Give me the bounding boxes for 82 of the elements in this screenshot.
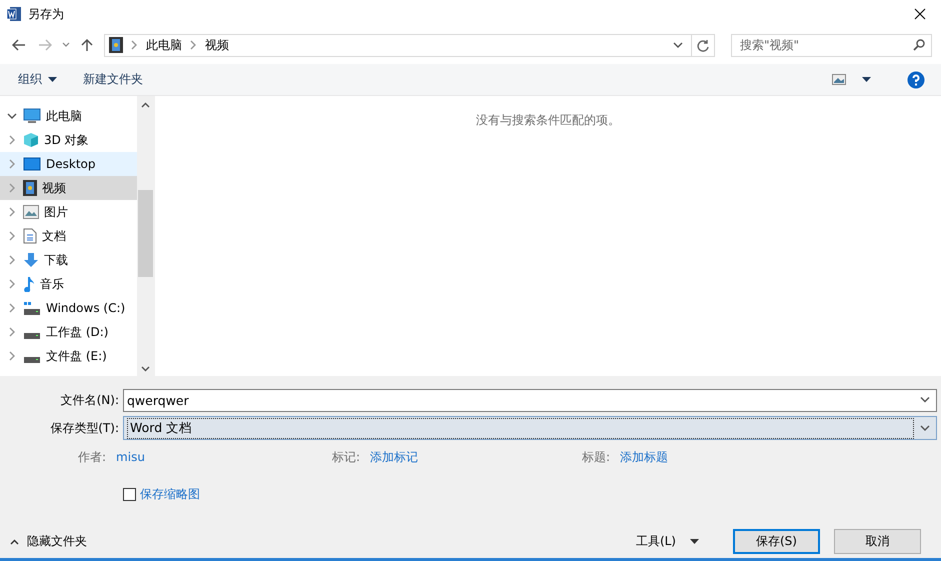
chevron-down-icon [62,42,70,48]
tree-item[interactable]: 文档 [0,224,137,248]
chevron-right-icon [8,135,16,145]
scroll-down-icon [141,366,150,372]
scroll-up-icon [141,102,150,108]
chevron-down-icon [7,112,17,120]
cube-icon [23,132,39,148]
chevron-right-icon [8,303,16,313]
refresh-icon [697,38,709,52]
caret-down-icon [690,539,699,544]
field-label: 保存类型(T): [49,420,120,436]
chevron-down-icon [920,396,930,404]
chevron-right-icon [190,40,197,50]
meta-link[interactable]: 添加标题 [620,448,668,466]
search-icon [913,39,925,51]
breadcrumb[interactable]: 此电脑 [146,36,182,54]
arrow-up-icon [81,38,93,52]
meta-link[interactable]: 添加标记 [370,448,418,466]
tree-item[interactable]: Windows (C:) [0,296,137,320]
cancel-button[interactable]: 取消 [834,529,921,554]
search-field[interactable]: 搜索"视频" [731,34,932,56]
film-icon [23,180,37,196]
desktop-icon [23,157,41,171]
chevron-right-icon [8,207,16,217]
scrollbar[interactable] [137,96,154,376]
chevron-up-icon [10,538,19,544]
caret-down-icon [48,77,57,82]
arrow-left-icon [12,39,26,51]
caret-down-icon [862,77,871,82]
meta-label: 标记: [332,448,360,466]
drive-icon [23,302,41,314]
tree-item[interactable]: 文件盘 (E:) [0,344,137,368]
chevron-right-icon [8,159,16,169]
tree-item[interactable]: 此电脑 [0,104,137,128]
chevron-down-icon [673,42,683,48]
help-icon [907,70,925,88]
meta-label: 作者: [78,448,106,466]
tools-menu[interactable]: 工具(L) [636,533,699,550]
image-icon [23,205,39,219]
image-icon [832,74,846,85]
chevron-right-icon [131,40,138,50]
tree-item[interactable]: 视频 [0,176,137,200]
tree-item[interactable]: 音乐 [0,272,137,296]
chevron-right-icon [8,351,16,361]
chevron-right-icon [8,279,16,289]
filename-field[interactable]: qwerqwer [123,388,937,412]
meta-link[interactable]: misu [116,450,145,464]
help-button[interactable] [905,68,927,90]
film-icon [109,37,123,53]
view-menu[interactable] [830,72,873,87]
empty-message: 没有与搜索条件匹配的项。 [476,112,620,128]
tree-item[interactable]: 3D 对象 [0,128,137,152]
tree-item[interactable]: 图片 [0,200,137,224]
address-bar[interactable]: 此电脑 视频 [104,34,715,56]
drive-icon [23,333,41,339]
document-icon [23,228,37,244]
organize-menu[interactable]: 组织 [16,69,59,90]
close-icon [914,8,926,20]
music-note-icon [23,276,35,292]
new-folder-button[interactable]: 新建文件夹 [81,69,145,90]
chevron-down-icon [920,424,930,432]
breadcrumb[interactable]: 视频 [205,36,229,54]
computer-icon [23,108,41,124]
tree-item[interactable]: 下载 [0,248,137,272]
chevron-right-icon [8,183,16,193]
hide-folders-button[interactable]: 隐藏文件夹 [10,533,87,550]
chevron-right-icon [8,327,16,337]
save-button[interactable]: 保存(S) [733,529,820,554]
arrow-right-icon [38,39,52,51]
tree-item[interactable]: Desktop [0,152,137,176]
field-label: 文件名(N): [60,392,120,408]
window-title: 另存为 [28,6,65,22]
file-type-dropdown[interactable]: Word 文档 [123,416,937,440]
tree-item[interactable]: 工作盘 (D:) [0,320,137,344]
download-icon [23,252,39,268]
chevron-right-icon [8,231,16,241]
word-icon [6,6,22,22]
drive-icon [23,357,41,363]
checkbox-label[interactable]: 保存缩略图 [140,486,200,503]
meta-label: 标题: [582,448,610,466]
chevron-right-icon [8,255,16,265]
checkbox[interactable] [123,488,136,501]
